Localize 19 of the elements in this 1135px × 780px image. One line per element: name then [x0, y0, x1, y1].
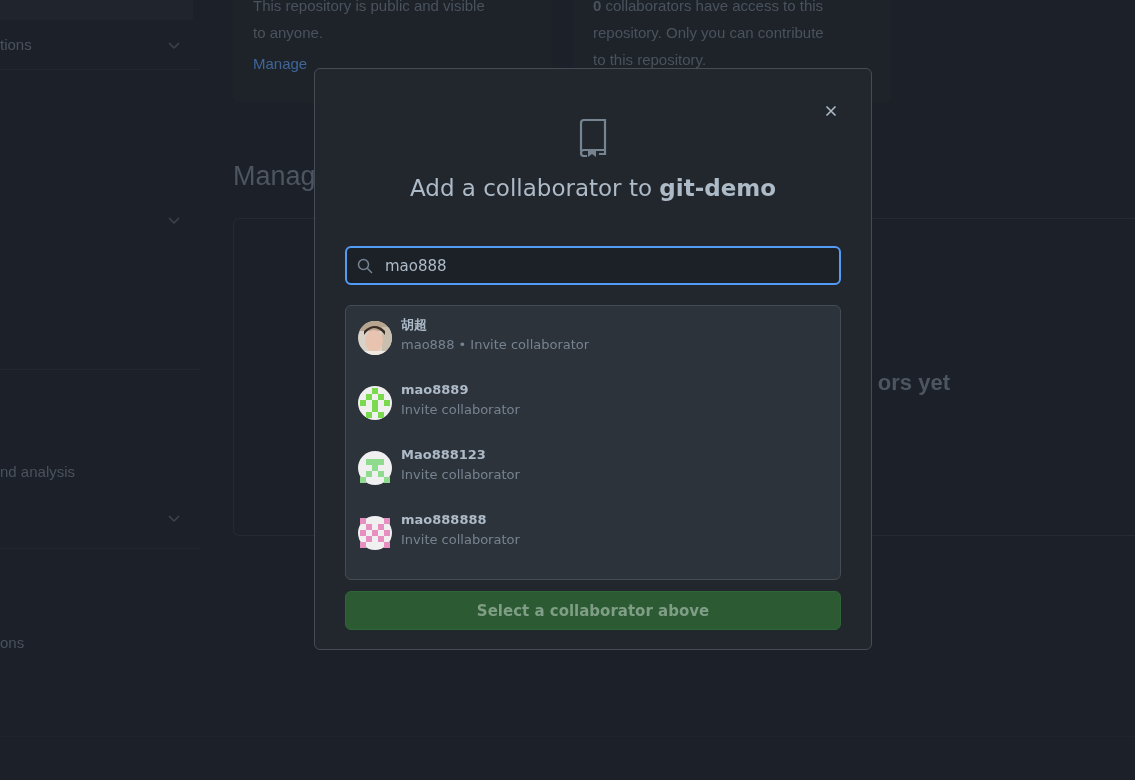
result-item[interactable]: Mao888123 Invite collaborator: [346, 449, 840, 514]
search-icon: [357, 258, 373, 274]
user-detail: Invite collaborator: [401, 401, 520, 419]
section-heading: Manag: [233, 160, 316, 193]
search-field[interactable]: mao888: [345, 246, 841, 285]
user-name: Mao888123: [401, 446, 487, 464]
user-detail: mao888 • Invite collaborator: [401, 336, 590, 354]
empty-message: ors yet: [877, 370, 950, 396]
result-item[interactable]: mao8889 Invite collaborator: [346, 384, 840, 449]
book-icon: [577, 117, 609, 157]
user-name: mao888888: [401, 511, 488, 529]
result-item[interactable]: mao888888 Invite collaborator: [346, 514, 840, 579]
close-icon[interactable]: [823, 103, 839, 119]
user-name: mao8889: [401, 381, 470, 399]
user-detail: Invite collaborator: [401, 466, 520, 484]
user-name: 胡超: [401, 316, 428, 334]
user-detail: Invite collaborator: [401, 531, 520, 549]
result-item[interactable]: 胡超 mao888 • Invite collaborator: [346, 319, 840, 384]
dialog-title: Add a collaborator to git-demo: [409, 174, 776, 203]
